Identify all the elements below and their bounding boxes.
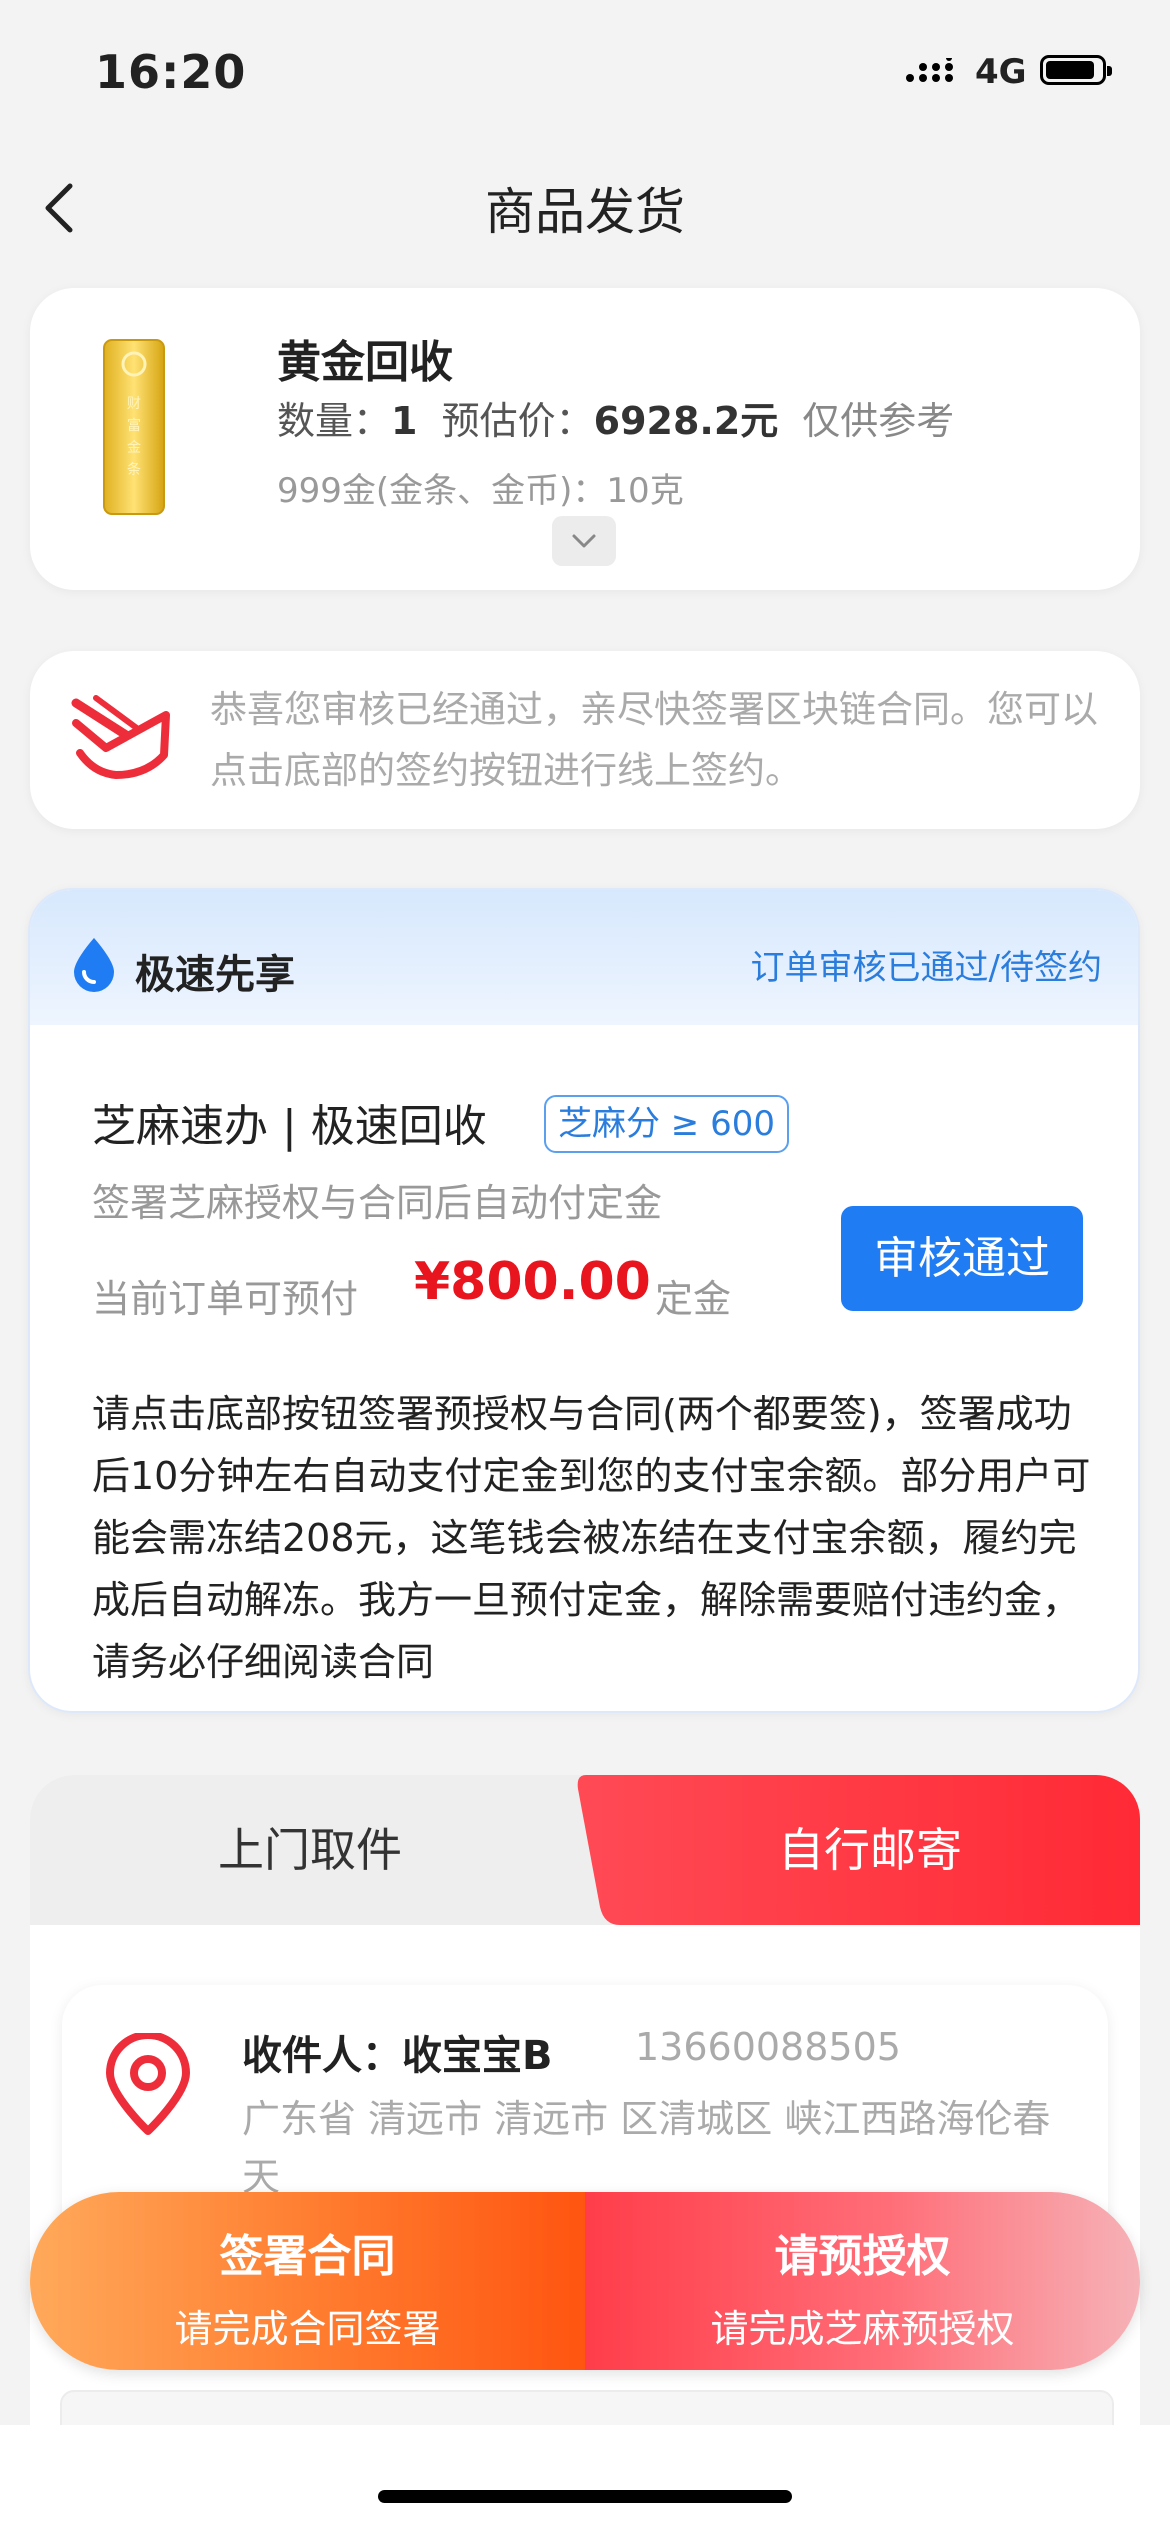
bottom-safe-area bbox=[0, 2425, 1170, 2532]
bottom-action-bar: 签署合同 请完成合同签署 请预授权 请完成芝麻预授权 bbox=[30, 2192, 1140, 2370]
page-title: 商品发货 bbox=[485, 183, 685, 241]
contract-note: 请点击底部按钮签署预授权与合同(两个都要签)，签署成功后10分钟左右自动支付定金… bbox=[92, 1392, 1091, 1684]
product-spec: 999金(金条、金币)：10克 bbox=[277, 471, 684, 511]
pre-auth-sub: 请完成芝麻预授权 bbox=[710, 2307, 1015, 2351]
svg-text:金: 金 bbox=[127, 440, 141, 456]
gold-bar-image: 财 富 金 条 bbox=[102, 338, 166, 516]
tab-self-mail[interactable]: 自行邮寄 bbox=[600, 1775, 1140, 1925]
location-pin-icon bbox=[102, 2031, 194, 2141]
svg-text:财: 财 bbox=[127, 396, 141, 412]
recipient-name: 收件人：收宝宝B bbox=[242, 2033, 553, 2079]
pre-auth-label: 请预授权 bbox=[774, 2231, 951, 2282]
sign-contract-label: 签署合同 bbox=[219, 2231, 396, 2282]
signature-icon bbox=[66, 693, 178, 787]
network-type: 4G bbox=[975, 52, 1027, 92]
prepay-label: 当前订单可预付 bbox=[92, 1277, 359, 1321]
product-quantity-price: 数量：1 预估价：6928.2元 仅供参考 bbox=[277, 390, 954, 445]
tab-home-pickup[interactable]: 上门取件 bbox=[30, 1775, 590, 1925]
signal-icon bbox=[905, 55, 965, 90]
battery-icon bbox=[1040, 55, 1112, 85]
fast-service-title: 极速先享 bbox=[135, 952, 295, 998]
fast-service-card: 极速先享 订单审核已通过/待签约 芝麻速办 | 极速回收 芝麻分 ≥ 600 签… bbox=[28, 888, 1140, 1713]
service-title: 芝麻速办 | 极速回收 bbox=[92, 1101, 487, 1152]
product-card: 财 富 金 条 黄金回收 数量：1 预估价：6928.2元 仅供参考 999金(金… bbox=[30, 288, 1140, 590]
estimated-price: 6928.2元 bbox=[593, 399, 779, 443]
quantity-value: 1 bbox=[391, 399, 418, 443]
notice-text: 恭喜您审核已经通过，亲尽快签署区块链合同。您可以点击底部的签约按钮进行线上签约。 bbox=[210, 688, 1098, 792]
deposit-label: 定金 bbox=[655, 1277, 732, 1321]
status-time: 16:20 bbox=[95, 45, 247, 99]
delivery-card: 上门取件 自行邮寄 收件人：收宝宝B 13660088505 广东省 清远市 清… bbox=[30, 1775, 1140, 2532]
svg-text:条: 条 bbox=[127, 461, 141, 478]
pre-auth-button[interactable]: 请预授权 请完成芝麻预授权 bbox=[585, 2192, 1140, 2370]
water-drop-icon bbox=[70, 936, 118, 996]
home-indicator[interactable] bbox=[378, 2490, 792, 2503]
recipient-phone: 13660088505 bbox=[635, 2025, 901, 2069]
status-bar: 16:20 4G bbox=[0, 0, 1170, 150]
approval-notice-card: 恭喜您审核已经通过，亲尽快签署区块链合同。您可以点击底部的签约按钮进行线上签约。 bbox=[30, 651, 1140, 829]
expand-button[interactable] bbox=[552, 516, 616, 566]
product-name: 黄金回收 bbox=[277, 337, 453, 388]
prepay-amount: ¥800.00 bbox=[414, 1252, 651, 1312]
chevron-down-icon bbox=[572, 534, 596, 548]
recipient-address: 广东省 清远市 清远市 区清城区 峡江西路海伦春天 bbox=[242, 2097, 1051, 2199]
quantity-label: 数量： bbox=[277, 399, 392, 443]
sign-contract-button[interactable]: 签署合同 请完成合同签署 bbox=[30, 2192, 585, 2370]
review-passed-button[interactable]: 审核通过 bbox=[841, 1206, 1083, 1311]
price-note: 仅供参考 bbox=[802, 399, 955, 443]
credit-score-badge: 芝麻分 ≥ 600 bbox=[544, 1095, 789, 1153]
fast-service-header: 极速先享 订单审核已通过/待签约 bbox=[30, 890, 1138, 1025]
sign-contract-sub: 请完成合同签署 bbox=[174, 2307, 441, 2351]
price-label: 预估价： bbox=[441, 399, 594, 443]
order-status: 订单审核已通过/待签约 bbox=[750, 948, 1102, 988]
service-description: 签署芝麻授权与合同后自动付定金 bbox=[92, 1181, 663, 1225]
delivery-tab-bar: 上门取件 自行邮寄 bbox=[30, 1775, 1140, 1925]
svg-text:富: 富 bbox=[127, 417, 141, 434]
